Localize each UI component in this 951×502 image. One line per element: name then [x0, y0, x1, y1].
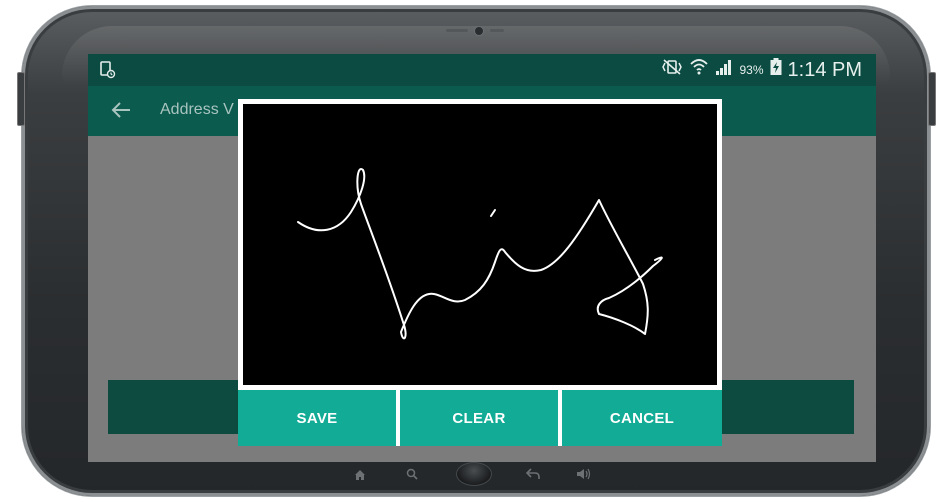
- battery-percent: 93%: [739, 63, 764, 77]
- cancel-button[interactable]: CANCEL: [562, 390, 722, 446]
- signature-stroke: [297, 168, 663, 340]
- volume-icon[interactable]: [576, 467, 592, 485]
- vibrate-mute-icon: [661, 58, 683, 82]
- signal-icon: [715, 58, 733, 82]
- status-bar: 93% 1:14 PM: [88, 54, 876, 86]
- power-button: [928, 72, 936, 126]
- wifi-icon: [689, 57, 709, 83]
- search-icon[interactable]: [406, 467, 418, 485]
- home-button[interactable]: [456, 462, 492, 486]
- dialog-button-row: SAVE CLEAR CANCEL: [238, 385, 722, 446]
- volume-button: [17, 72, 25, 126]
- camera-lens: [474, 26, 484, 36]
- save-button[interactable]: SAVE: [238, 390, 396, 446]
- status-icons: 93% 1:14 PM: [661, 58, 862, 82]
- hardware-nav-bar: [346, 458, 606, 488]
- device-status-icon: [100, 61, 116, 79]
- battery-charging-icon: [770, 58, 782, 82]
- back-icon[interactable]: [525, 467, 540, 485]
- sensor-slit: [446, 29, 468, 32]
- signature-canvas[interactable]: [243, 104, 717, 384]
- sensor-dot: [490, 29, 504, 32]
- clear-button[interactable]: CLEAR: [400, 390, 558, 446]
- signature-dialog: SAVE CLEAR CANCEL: [238, 99, 722, 446]
- clock: 1:14 PM: [787, 58, 862, 81]
- front-camera: [446, 26, 508, 36]
- home-icon[interactable]: [354, 468, 366, 486]
- back-arrow-icon[interactable]: [110, 99, 132, 121]
- page-title: Address V: [160, 101, 234, 118]
